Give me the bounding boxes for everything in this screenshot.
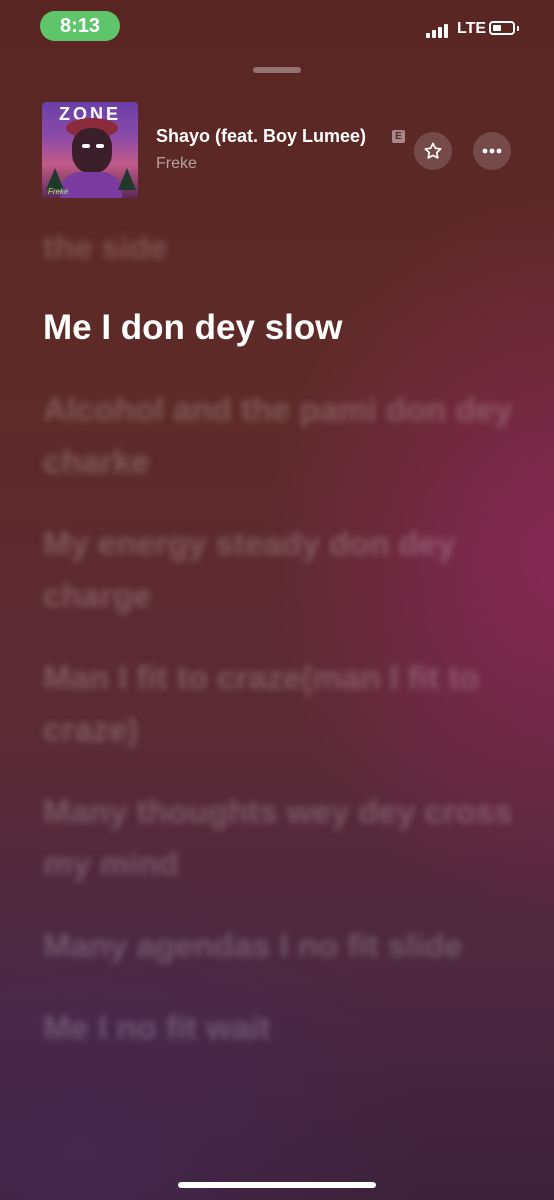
explicit-badge: E [392, 130, 405, 143]
lyric-line[interactable]: Alcohol and the pami don dey charke [43, 384, 513, 488]
more-options-button[interactable] [473, 132, 511, 170]
now-playing-header: ZONE Freke Shayo (feat. Boy Lumee) E Fre… [0, 102, 554, 198]
lyric-line-previous[interactable]: the side [43, 222, 168, 274]
sheet-grabber[interactable] [253, 67, 301, 73]
album-art-tree [118, 168, 136, 190]
song-title: Shayo (feat. Boy Lumee) [156, 126, 367, 146]
status-time[interactable]: 8:13 [40, 11, 120, 41]
battery-icon [489, 21, 515, 35]
artist-name[interactable]: Freke [156, 155, 197, 173]
album-art-face [72, 128, 112, 174]
cellular-signal-icon [426, 24, 452, 38]
album-art-eye [96, 144, 104, 148]
lyric-line[interactable]: Many thoughts wey dey cross my mind [43, 786, 513, 890]
album-art-eye [82, 144, 90, 148]
more-icon [482, 148, 502, 154]
album-art-signature: Freke [48, 187, 69, 196]
lyric-line-current[interactable]: Me I don dey slow [43, 302, 513, 354]
album-art[interactable]: ZONE Freke [42, 102, 138, 198]
network-type: LTE [457, 20, 487, 37]
status-bar: 8:13 LTE [0, 0, 554, 56]
lyric-line[interactable]: Man I fit to craze(man I fit to craze) [43, 652, 513, 756]
lyric-line[interactable]: My energy steady don dey charge [43, 518, 513, 622]
battery-tip [517, 26, 519, 31]
lyric-line[interactable]: Many agendas I no fit slide [43, 920, 513, 972]
home-indicator[interactable] [178, 1182, 376, 1188]
album-art-shirt [60, 172, 122, 198]
favorite-button[interactable] [414, 132, 452, 170]
star-icon [424, 142, 442, 159]
lyric-line[interactable]: Me I no fit wait [43, 1002, 513, 1054]
